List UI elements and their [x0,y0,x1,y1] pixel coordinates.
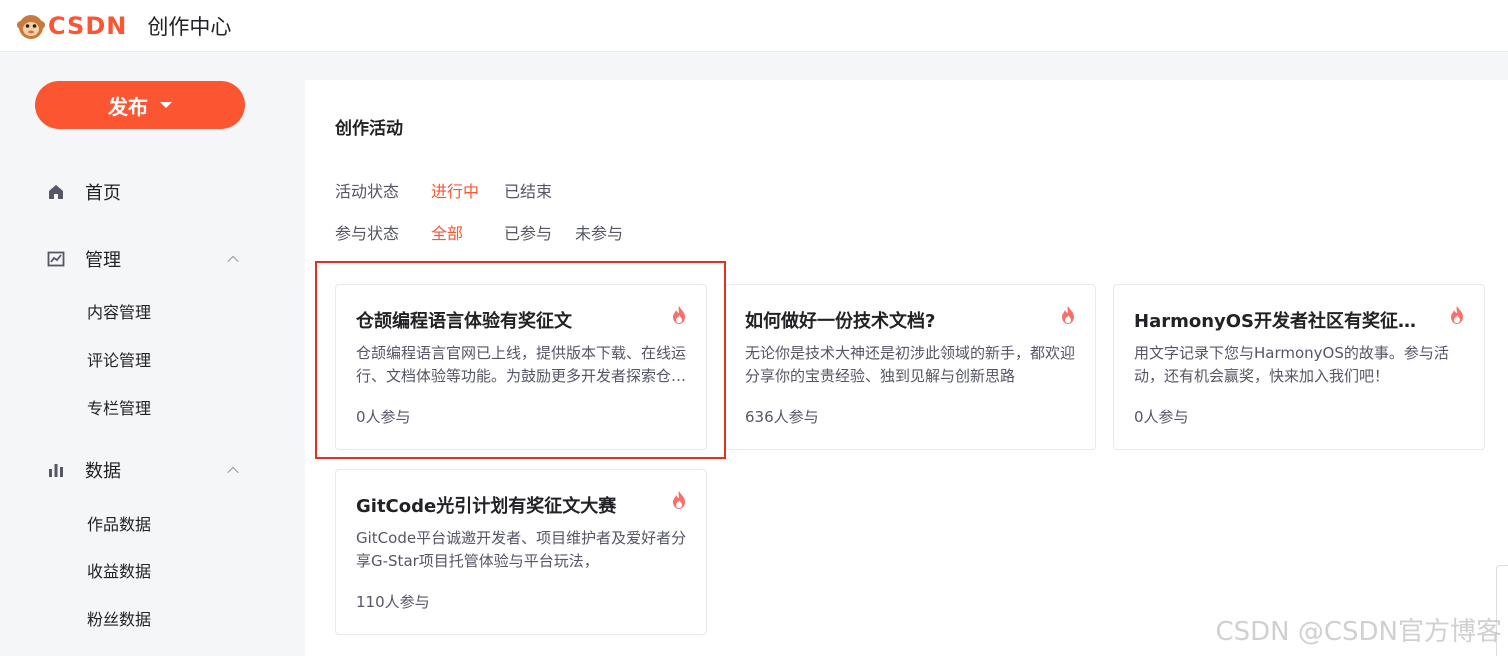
home-icon [45,181,67,203]
card-description: 无论你是技术大神还是初涉此领域的新手，都欢迎分享你的宝贵经验、独到见解与创新思路 [745,344,1076,385]
page-title: 创作中心 [147,14,232,39]
filter-option-ongoing[interactable]: 进行中 [431,178,479,202]
sidebar-item-home[interactable]: 首页 [45,179,245,205]
fire-icon [1448,305,1466,325]
sidebar-subitem-fans-data[interactable]: 粉丝数据 [87,606,151,630]
card-title: 如何做好一份技术文档? [745,311,936,332]
sidebar-subitem-content-manage[interactable]: 内容管理 [87,299,151,323]
activity-card[interactable]: 仓颉编程语言体验有奖征文 仓颉编程语言官网已上线，提供版本下载、在线运行、文档体… [335,284,707,450]
card-description: 仓颉编程语言官网已上线，提供版本下载、在线运行、文档体验等功能。为鼓励更多开发者… [356,344,687,385]
card-participant-count: 110人参与 [356,593,430,611]
sidebar-item-label: 数据 [85,461,121,482]
chart-line-icon [45,248,67,270]
card-title: HarmonyOS开发者社区有奖征文来啦 [1134,311,1434,332]
card-title: GitCode光引计划有奖征文大赛 [356,496,617,517]
sidebar-item-label: 管理 [85,250,121,271]
sidebar-subitem-works-data[interactable]: 作品数据 [87,511,151,535]
fire-icon [670,305,688,325]
chevron-up-icon[interactable] [227,466,239,479]
sidebar-subitem-comment-manage[interactable]: 评论管理 [87,347,151,371]
sidebar-subitem-column-manage[interactable]: 专栏管理 [87,395,151,419]
sidebar-item-manage[interactable]: 管理 [45,246,245,272]
card-description: 用文字记录下您与HarmonyOS的故事。参与活动，还有机会赢奖，快来加入我们吧… [1134,344,1449,385]
csdn-logo[interactable]: CSDN [48,12,127,40]
filter-option-joined[interactable]: 已参与 [504,220,552,244]
filter-option-not-joined[interactable]: 未参与 [575,220,623,244]
sidebar-subitem-income-data[interactable]: 收益数据 [87,558,151,582]
publish-button[interactable]: 发布 [35,81,245,129]
sidebar: 发布 首页 管理 内容管理 评论管理 专栏管理 数据 作品数据 收益数据 粉丝数… [0,53,305,656]
filter-label: 活动状态 [335,182,400,201]
sidebar-item-data[interactable]: 数据 [45,457,245,483]
section-title: 创作活动 [335,119,403,139]
csdn-mascot-icon[interactable] [16,11,46,41]
filter-option-ended[interactable]: 已结束 [504,178,552,202]
card-participant-count: 0人参与 [1134,408,1189,426]
activity-card[interactable]: GitCode光引计划有奖征文大赛 GitCode平台诚邀开发者、项目维护者及爱… [335,469,707,635]
watermark: CSDN @CSDN官方博客 [1215,617,1502,647]
filter-option-all[interactable]: 全部 [431,220,463,244]
activity-card[interactable]: HarmonyOS开发者社区有奖征文来啦 用文字记录下您与HarmonyOS的故… [1113,284,1485,450]
bar-chart-icon [45,459,67,481]
sidebar-item-label: 首页 [85,183,121,204]
chevron-up-icon[interactable] [227,255,239,268]
caret-down-icon [160,102,172,108]
publish-label: 发布 [108,94,148,119]
card-title: 仓颉编程语言体验有奖征文 [356,311,572,332]
fire-icon [670,490,688,510]
card-participant-count: 0人参与 [356,408,411,426]
activity-card[interactable]: 如何做好一份技术文档? 无论你是技术大神还是初涉此领域的新手，都欢迎分享你的宝贵… [724,284,1096,450]
top-bar: CSDN 创作中心 [0,0,1508,52]
card-participant-count: 636人参与 [745,408,819,426]
fire-icon [1059,305,1077,325]
card-description: GitCode平台诚邀开发者、项目维护者及爱好者分享G-Star项目托管体验与平… [356,529,687,570]
filter-label: 参与状态 [335,224,400,243]
